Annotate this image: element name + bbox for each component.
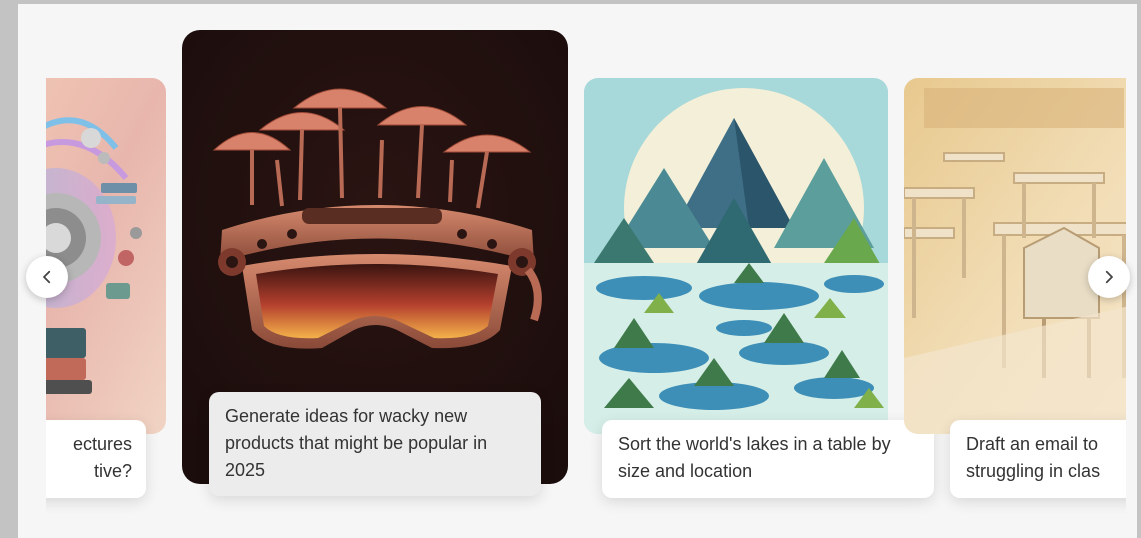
carousel-card-2-caption[interactable]: Generate ideas for wacky new products th… [209,392,541,496]
carousel-card-3-caption[interactable]: Sort the world's lakes in a table by siz… [602,420,934,498]
carousel-card-3[interactable] [584,78,888,434]
carousel-viewport: ectures tive? Generate ideas for wacky n… [46,4,1126,538]
card-1-caption-line2: tive? [93,461,132,481]
card-3-image [584,78,888,434]
carousel-panel: ectures tive? Generate ideas for wacky n… [18,4,1137,538]
card-4-caption-line2: struggling in clas [966,461,1101,481]
card-4-image [904,78,1126,434]
carousel-card-4[interactable] [904,78,1126,434]
chevron-right-icon [1105,270,1113,284]
card-2-caption-text: Generate ideas for wacky new products th… [225,406,488,480]
card-1-caption-line1: ectures [72,434,132,454]
carousel-card-4-caption[interactable]: Draft an email to struggling in clas [950,420,1126,498]
card-4-caption-line1: Draft an email to [966,434,1099,454]
card-1-image [46,78,166,434]
carousel-card-1-caption[interactable]: ectures tive? [46,420,146,498]
carousel-prev-button[interactable] [26,256,68,298]
carousel-card-1[interactable] [46,78,166,434]
carousel-next-button[interactable] [1088,256,1130,298]
card-3-caption-text: Sort the world's lakes in a table by siz… [618,434,891,481]
chevron-left-icon [43,270,51,284]
